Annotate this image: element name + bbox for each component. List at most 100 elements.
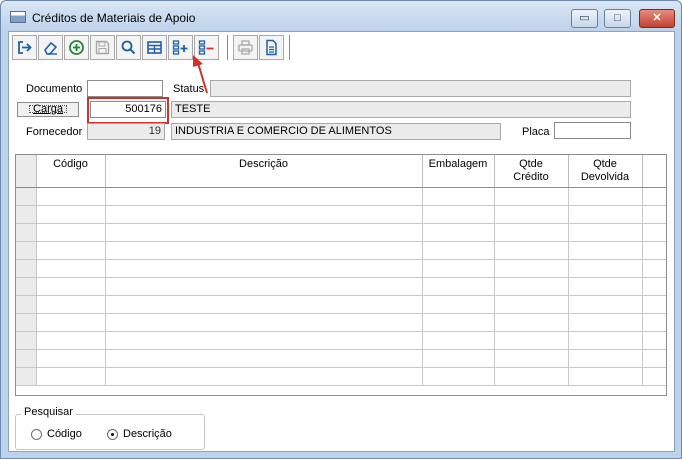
grid-cell[interactable] — [36, 187, 106, 206]
column-header-codigo[interactable]: Código — [36, 155, 106, 188]
grid-cell[interactable] — [105, 187, 423, 206]
grid-cell[interactable] — [568, 349, 643, 368]
grid-cell[interactable] — [36, 295, 106, 314]
grid-cell[interactable] — [568, 241, 643, 260]
column-header-qtde-devolvida[interactable]: Qtde Devolvida — [568, 155, 643, 188]
items-grid[interactable]: Código Descrição Embalagem Qtde Crédito Q… — [15, 154, 667, 396]
maximize-button[interactable]: □ — [604, 9, 631, 28]
grid-cell[interactable] — [494, 295, 569, 314]
grid-cell[interactable] — [422, 331, 495, 350]
grid-cell[interactable] — [642, 259, 666, 278]
grid-cell[interactable] — [642, 295, 666, 314]
table-row[interactable] — [16, 277, 666, 296]
grid-cell[interactable] — [105, 223, 423, 242]
grid-cell[interactable] — [422, 205, 495, 224]
grid-cell[interactable] — [494, 187, 569, 206]
grid-cell[interactable] — [494, 331, 569, 350]
grid-cell[interactable] — [422, 241, 495, 260]
print-button[interactable] — [233, 35, 258, 60]
grid-cell[interactable] — [422, 223, 495, 242]
grid-cell[interactable] — [568, 259, 643, 278]
grid-cell[interactable] — [36, 349, 106, 368]
grid-cell[interactable] — [642, 205, 666, 224]
grid-cell[interactable] — [36, 313, 106, 332]
grid-cell[interactable] — [494, 259, 569, 278]
table-row[interactable] — [16, 187, 666, 206]
close-button[interactable]: ✕ — [639, 9, 675, 28]
add-row-button[interactable] — [168, 35, 193, 60]
table-row[interactable] — [16, 205, 666, 224]
grid-cell[interactable] — [422, 367, 495, 386]
remove-row-button[interactable] — [194, 35, 219, 60]
grid-cell[interactable] — [642, 349, 666, 368]
column-header-embalagem[interactable]: Embalagem — [422, 155, 495, 188]
grid-cell[interactable] — [36, 259, 106, 278]
grid-cell[interactable] — [105, 205, 423, 224]
table-row[interactable] — [16, 223, 666, 242]
grid-cell[interactable] — [568, 313, 643, 332]
documento-field[interactable] — [87, 80, 163, 97]
exit-button[interactable] — [12, 35, 37, 60]
grid-cell[interactable] — [642, 277, 666, 296]
table-row[interactable] — [16, 349, 666, 368]
new-button[interactable] — [64, 35, 89, 60]
grid-cell[interactable] — [642, 187, 666, 206]
grid-cell[interactable] — [105, 259, 423, 278]
column-header-descricao[interactable]: Descrição — [105, 155, 423, 188]
grid-cell[interactable] — [494, 241, 569, 260]
grid-cell[interactable] — [494, 367, 569, 386]
grid-cell[interactable] — [36, 205, 106, 224]
grid-cell[interactable] — [105, 241, 423, 260]
table-row[interactable] — [16, 367, 666, 386]
clear-button[interactable] — [38, 35, 63, 60]
grid-cell[interactable] — [568, 187, 643, 206]
table-row[interactable] — [16, 241, 666, 260]
search-button[interactable] — [116, 35, 141, 60]
column-header-qtde-credito[interactable]: Qtde Crédito — [494, 155, 569, 188]
grid-cell[interactable] — [494, 277, 569, 296]
radio-descricao[interactable]: Descrição — [107, 428, 172, 440]
grid-cell[interactable] — [642, 367, 666, 386]
grid-cell[interactable] — [36, 277, 106, 296]
grid-cell[interactable] — [422, 187, 495, 206]
document-button[interactable] — [259, 35, 284, 60]
grid-cell[interactable] — [568, 205, 643, 224]
grid-cell[interactable] — [642, 241, 666, 260]
minimize-button[interactable]: ▭ — [571, 9, 598, 28]
grid-button[interactable] — [142, 35, 167, 60]
grid-cell[interactable] — [494, 223, 569, 242]
grid-cell[interactable] — [494, 349, 569, 368]
grid-cell[interactable] — [642, 223, 666, 242]
radio-codigo-circle[interactable] — [31, 428, 42, 440]
grid-cell[interactable] — [642, 331, 666, 350]
grid-cell[interactable] — [422, 259, 495, 278]
grid-cell[interactable] — [568, 367, 643, 386]
grid-cell[interactable] — [105, 295, 423, 314]
grid-cell[interactable] — [568, 295, 643, 314]
radio-codigo[interactable]: Código — [31, 428, 82, 440]
grid-cell[interactable] — [568, 331, 643, 350]
grid-cell[interactable] — [105, 277, 423, 296]
table-row[interactable] — [16, 331, 666, 350]
grid-cell[interactable] — [422, 295, 495, 314]
table-row[interactable] — [16, 313, 666, 332]
grid-cell[interactable] — [494, 313, 569, 332]
grid-cell[interactable] — [422, 277, 495, 296]
grid-cell[interactable] — [36, 367, 106, 386]
grid-cell[interactable] — [105, 367, 423, 386]
grid-cell[interactable] — [642, 313, 666, 332]
placa-field[interactable] — [554, 122, 631, 139]
radio-descricao-circle[interactable] — [107, 428, 118, 440]
grid-cell[interactable] — [105, 331, 423, 350]
grid-cell[interactable] — [422, 349, 495, 368]
carga-button[interactable]: Carga — [17, 102, 79, 117]
grid-cell[interactable] — [36, 331, 106, 350]
grid-cell[interactable] — [568, 223, 643, 242]
grid-cell[interactable] — [568, 277, 643, 296]
grid-cell[interactable] — [422, 313, 495, 332]
grid-cell[interactable] — [36, 223, 106, 242]
table-row[interactable] — [16, 259, 666, 278]
table-row[interactable] — [16, 295, 666, 314]
grid-cell[interactable] — [105, 349, 423, 368]
grid-cell[interactable] — [105, 313, 423, 332]
